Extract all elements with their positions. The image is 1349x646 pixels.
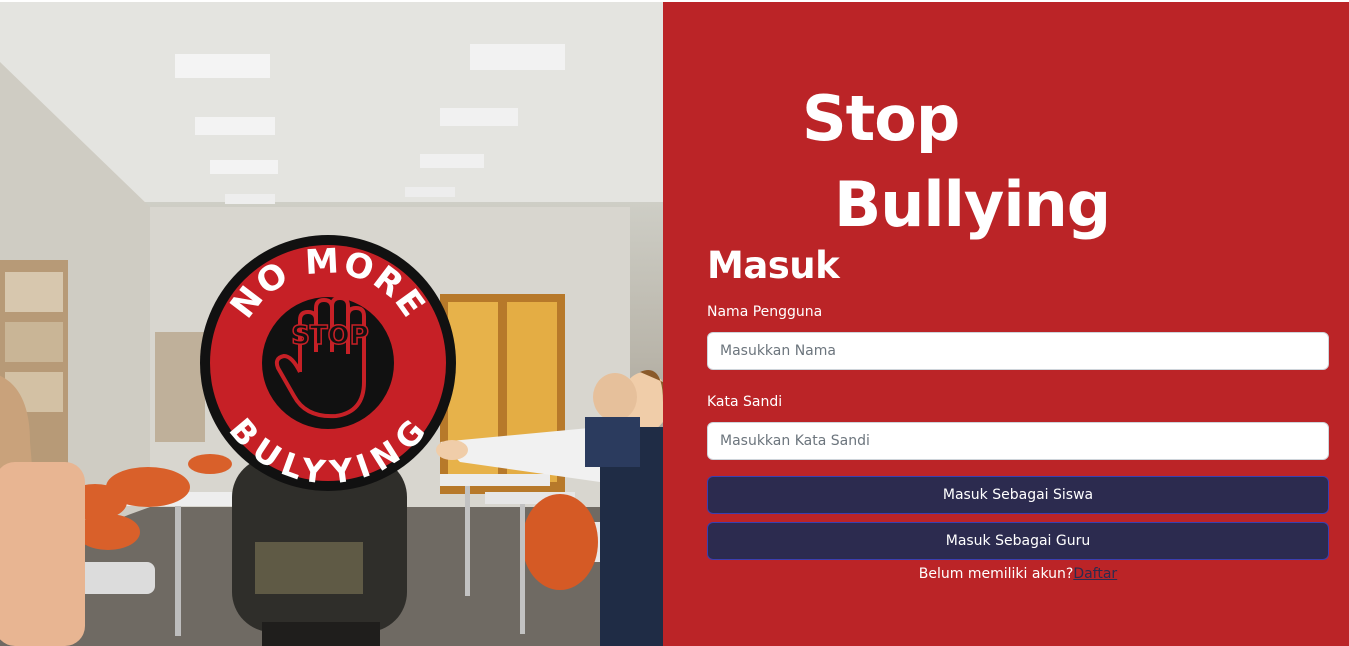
password-input[interactable] [707, 422, 1329, 460]
login-panel: Stop Bullying Masuk Nama Pengguna Kata S… [663, 2, 1349, 646]
classroom-photo: NO MORE BULYYING STOP [0, 2, 663, 646]
hero-title-line1: Stop [802, 82, 960, 155]
login-teacher-button[interactable]: Masuk Sebagai Guru [707, 522, 1329, 560]
badge-center-text: STOP [291, 321, 369, 351]
password-label: Kata Sandi [707, 394, 783, 410]
username-input[interactable] [707, 332, 1329, 370]
signup-prompt: Belum memiliki akun? [918, 566, 1074, 582]
signup-line: Belum memiliki akun?Daftar [707, 564, 1329, 584]
form-title: Masuk [707, 244, 840, 287]
hero-title-line2: Bullying [834, 168, 1111, 241]
username-label: Nama Pengguna [707, 304, 823, 320]
login-form: Masuk Nama Pengguna Kata Sandi Masuk Seb… [707, 240, 1329, 584]
login-student-button[interactable]: Masuk Sebagai Siswa [707, 476, 1329, 514]
signup-link[interactable]: Daftar [1073, 566, 1117, 582]
classroom-illustration: NO MORE BULYYING STOP [0, 2, 663, 646]
login-page: NO MORE BULYYING STOP Stop Bullying Masu… [0, 0, 1349, 646]
stop-bullying-badge-icon: NO MORE BULYYING STOP [200, 235, 456, 492]
